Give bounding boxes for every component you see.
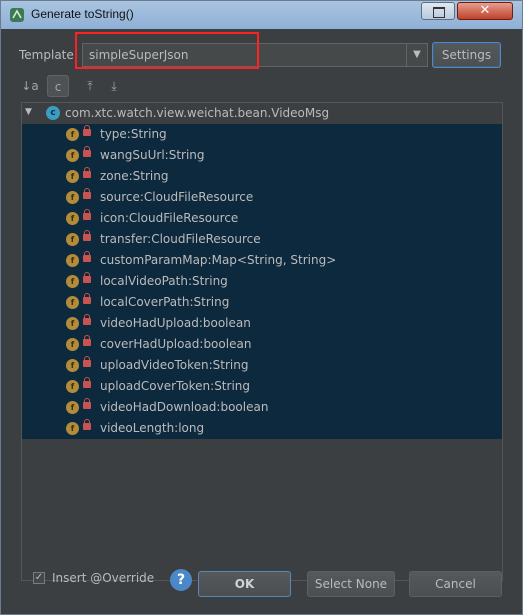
field-icon: f [66,212,79,225]
dialog-button-bar: ✓ Insert @Override ? OK Select None Canc… [9,567,514,597]
private-lock-icon [83,272,91,283]
class-name: com.xtc.watch.view.weichat.bean.VideoMsg [65,106,330,120]
sort-alpha-icon[interactable]: ↓a [19,75,41,97]
annotation-highlight [75,32,259,69]
private-lock-icon [83,377,91,388]
field-icon: f [66,422,79,435]
private-lock-icon [83,230,91,241]
field-list: f type:String f wangSuUrl:String f zone:Strin… [22,124,502,439]
field-icon: f [66,149,79,162]
field-label: type:String [100,127,167,141]
field-label: transfer:CloudFileResource [100,232,261,246]
field-row[interactable]: f source:CloudFileResource [22,187,502,208]
title-bar[interactable]: Generate toString() ✕ [1,1,522,29]
field-row[interactable]: f transfer:CloudFileResource [22,229,502,250]
field-label: source:CloudFileResource [100,190,254,204]
ok-button[interactable]: OK [198,571,291,597]
field-row[interactable]: f videoHadUpload:boolean [22,313,502,334]
field-label: customParamMap:Map<String, String> [100,253,337,267]
window-title: Generate toString() [31,7,134,21]
show-classes-icon[interactable]: c [47,75,69,97]
private-lock-icon [83,146,91,157]
field-icon: f [66,296,79,309]
collapse-all-icon[interactable]: ⤓ [103,75,125,97]
field-label: videoHadDownload:boolean [100,400,269,414]
private-lock-icon [83,125,91,136]
field-row[interactable]: f type:String [22,124,502,145]
close-window-button[interactable]: ✕ [457,2,513,20]
dialog-content: Template simpleSuperJson ▼ Settings ↓a c… [9,31,514,606]
field-icon: f [66,380,79,393]
restore-window-button[interactable] [421,2,455,20]
field-row[interactable]: f customParamMap:Map<String, String> [22,250,502,271]
field-icon: f [66,233,79,246]
field-label: localVideoPath:String [100,274,228,288]
field-label: uploadCoverToken:String [100,379,251,393]
private-lock-icon [83,167,91,178]
private-lock-icon [83,335,91,346]
field-label: videoHadUpload:boolean [100,316,251,330]
private-lock-icon [83,356,91,367]
private-lock-icon [83,188,91,199]
field-row[interactable]: f coverHadUpload:boolean [22,334,502,355]
member-tree[interactable]: ▼ c com.xtc.watch.view.weichat.bean.Vide… [21,102,503,581]
android-studio-icon [10,8,24,22]
field-label: localCoverPath:String [100,295,230,309]
field-row[interactable]: f zone:String [22,166,502,187]
help-icon[interactable]: ? [170,569,192,591]
field-label: coverHadUpload:boolean [100,337,252,351]
insert-override-label[interactable]: Insert @Override [52,571,154,585]
field-row[interactable]: f localCoverPath:String [22,292,502,313]
field-row[interactable]: f uploadCoverToken:String [22,376,502,397]
private-lock-icon [83,209,91,220]
field-label: icon:CloudFileResource [100,211,239,225]
field-icon: f [66,254,79,267]
private-lock-icon [83,251,91,262]
generate-tostring-dialog: Generate toString() ✕ Template simpleSup… [0,0,523,615]
field-row[interactable]: f videoLength:long [22,418,502,439]
private-lock-icon [83,419,91,430]
private-lock-icon [83,314,91,325]
collapse-arrow-icon[interactable]: ▼ [25,107,32,117]
field-icon: f [66,128,79,141]
field-label: wangSuUrl:String [100,148,205,162]
settings-button[interactable]: Settings [432,42,501,68]
field-label: zone:String [100,169,169,183]
field-label: videoLength:long [100,421,205,435]
expand-all-icon[interactable]: ⤒ [79,75,101,97]
field-icon: f [66,191,79,204]
class-icon: c [46,106,60,120]
template-label: Template [19,48,74,62]
field-row[interactable]: f localVideoPath:String [22,271,502,292]
insert-override-checkbox[interactable]: ✓ [33,572,45,584]
select-none-button[interactable]: Select None [307,571,395,597]
dropdown-arrow-icon[interactable]: ▼ [406,44,427,66]
private-lock-icon [83,293,91,304]
field-row[interactable]: f wangSuUrl:String [22,145,502,166]
cancel-button[interactable]: Cancel [409,571,502,597]
tree-root-class[interactable]: ▼ c com.xtc.watch.view.weichat.bean.Vide… [22,103,502,124]
field-icon: f [66,338,79,351]
field-row[interactable]: f uploadVideoToken:String [22,355,502,376]
private-lock-icon [83,398,91,409]
field-icon: f [66,275,79,288]
field-row[interactable]: f videoHadDownload:boolean [22,397,502,418]
field-icon: f [66,317,79,330]
field-row[interactable]: f icon:CloudFileResource [22,208,502,229]
field-icon: f [66,359,79,372]
field-label: uploadVideoToken:String [100,358,249,372]
field-icon: f [66,170,79,183]
field-icon: f [66,401,79,414]
